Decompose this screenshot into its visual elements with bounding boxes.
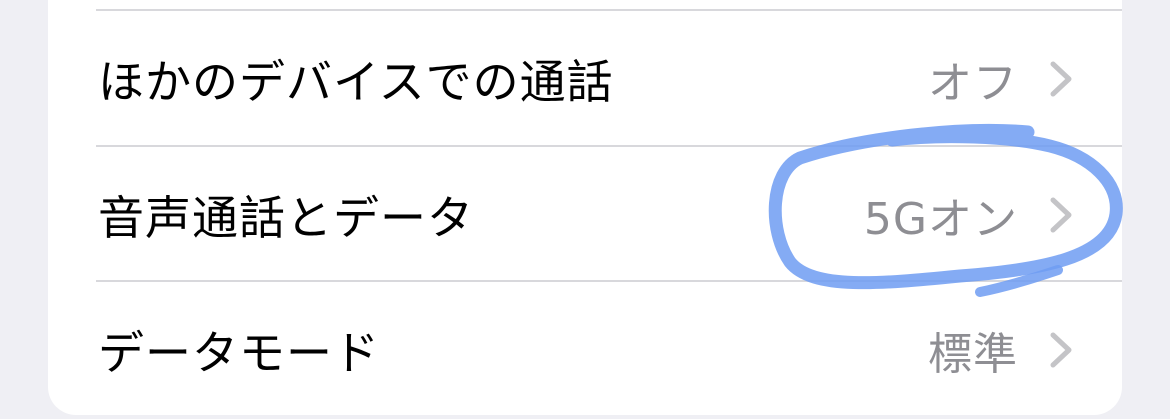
divider: [96, 145, 1122, 147]
divider: [96, 280, 1122, 282]
chevron-right-icon: [1050, 332, 1072, 368]
settings-row-voice-and-data[interactable]: 音声通話とデータ 5Gオン: [48, 148, 1122, 282]
row-label: データモード: [98, 326, 380, 380]
settings-screen: ほかのデバイスでの通話 オフ 音声通話とデータ 5Gオン データモード 標準: [0, 0, 1170, 419]
settings-row-data-mode[interactable]: データモード 標準: [48, 283, 1122, 417]
row-label: 音声通話とデータ: [98, 191, 474, 245]
chevron-right-icon: [1050, 61, 1072, 97]
row-value: オフ: [928, 58, 1018, 109]
row-label: ほかのデバイスでの通話: [98, 55, 614, 109]
chevron-right-icon: [1050, 197, 1072, 233]
row-value: 5Gオン: [863, 194, 1018, 245]
divider: [96, 9, 1122, 11]
settings-row-other-device-calls[interactable]: ほかのデバイスでの通話 オフ: [48, 12, 1122, 146]
row-value: 標準: [928, 329, 1018, 380]
